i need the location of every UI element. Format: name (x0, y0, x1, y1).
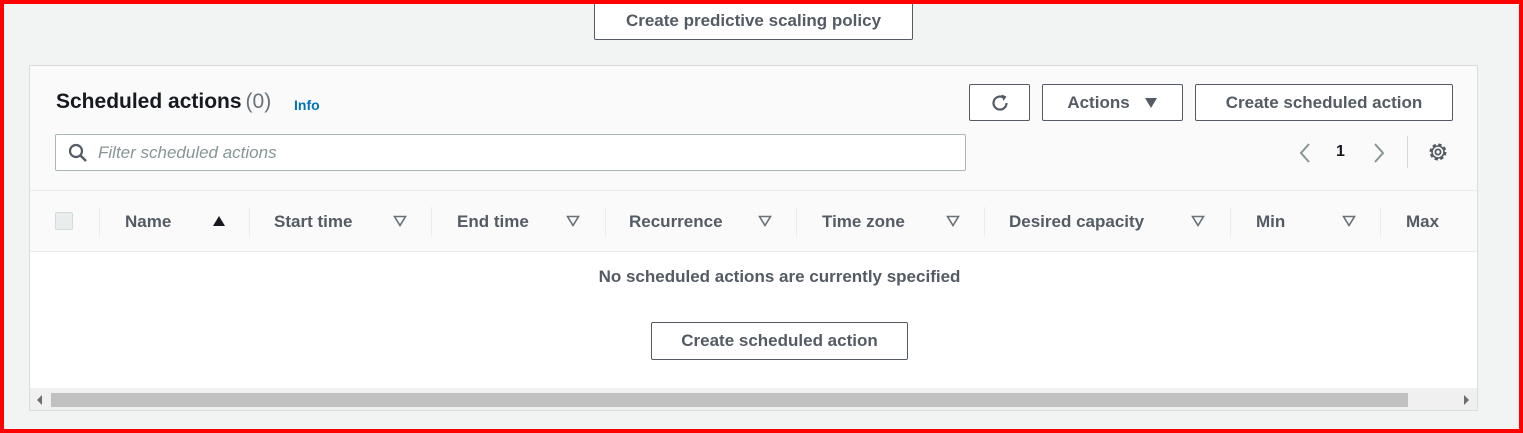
sort-descending-outline-icon (393, 215, 407, 227)
column-divider (984, 207, 985, 237)
gear-icon[interactable] (1427, 141, 1449, 163)
sort-descending-outline-icon (1191, 215, 1205, 227)
scroll-left-icon[interactable] (37, 395, 42, 405)
panel-title: Scheduled actions (0) (56, 90, 271, 114)
column-divider (1230, 207, 1231, 237)
chevron-right-icon[interactable] (1372, 142, 1386, 164)
scheduled-actions-table: Name Start time End time Recurrence Time… (30, 190, 1477, 388)
column-header-label: Name (125, 211, 172, 231)
search-icon (68, 143, 87, 162)
refresh-icon (991, 94, 1008, 111)
create-predictive-scaling-policy-button[interactable]: Create predictive scaling policy (594, 2, 913, 40)
table-header: Name Start time End time Recurrence Time… (30, 191, 1477, 252)
info-link[interactable]: Info (294, 97, 320, 113)
sort-descending-outline-icon (758, 215, 772, 227)
column-header-recurrence[interactable]: Recurrence (629, 191, 796, 252)
scheduled-actions-panel: Scheduled actions (0) Info Actions Create… (29, 65, 1478, 411)
scrollbar-thumb[interactable] (51, 393, 1408, 407)
refresh-button[interactable] (969, 84, 1030, 121)
column-divider (99, 207, 100, 237)
column-header-name[interactable]: Name (125, 191, 249, 252)
column-header-max[interactable]: Max (1406, 191, 1476, 252)
column-divider (605, 207, 606, 237)
empty-create-scheduled-action-button[interactable]: Create scheduled action (651, 322, 908, 360)
column-header-label: Time zone (822, 211, 905, 231)
column-divider (431, 207, 432, 237)
sort-descending-outline-icon (566, 215, 580, 227)
column-header-desired-capacity[interactable]: Desired capacity (1009, 191, 1230, 252)
actions-label: Actions (1067, 92, 1130, 112)
column-header-start-time[interactable]: Start time (274, 191, 431, 252)
column-divider (1380, 207, 1381, 237)
pager-divider (1407, 136, 1408, 168)
column-header-label: Max (1406, 211, 1440, 231)
panel-title-text: Scheduled actions (56, 90, 242, 113)
column-header-label: Desired capacity (1009, 211, 1145, 231)
empty-state-message: No scheduled actions are currently speci… (598, 267, 961, 286)
sort-descending-outline-icon (1342, 215, 1356, 227)
column-header-end-time[interactable]: End time (457, 191, 605, 252)
scroll-right-icon[interactable] (1464, 395, 1469, 405)
search-input[interactable] (98, 142, 938, 163)
column-header-time-zone[interactable]: Time zone (822, 191, 984, 252)
select-all-checkbox[interactable] (55, 212, 73, 230)
column-divider (249, 207, 250, 237)
column-header-label: Recurrence (629, 211, 723, 231)
column-header-label: End time (457, 211, 529, 231)
column-header-label: Min (1256, 211, 1286, 231)
chevron-left-icon[interactable] (1298, 142, 1312, 164)
sort-ascending-icon (213, 216, 225, 226)
column-divider (796, 207, 797, 237)
actions-dropdown-button[interactable]: Actions (1042, 84, 1183, 121)
page-number[interactable]: 1 (1336, 143, 1345, 161)
panel-count: (0) (245, 90, 272, 113)
horizontal-scrollbar[interactable] (30, 388, 1477, 410)
caret-down-icon (1144, 97, 1157, 108)
column-header-label: Start time (274, 211, 353, 231)
search-box[interactable] (55, 134, 966, 171)
sort-descending-outline-icon (946, 215, 960, 227)
create-scheduled-action-button[interactable]: Create scheduled action (1195, 84, 1453, 121)
column-header-min[interactable]: Min (1256, 191, 1380, 252)
